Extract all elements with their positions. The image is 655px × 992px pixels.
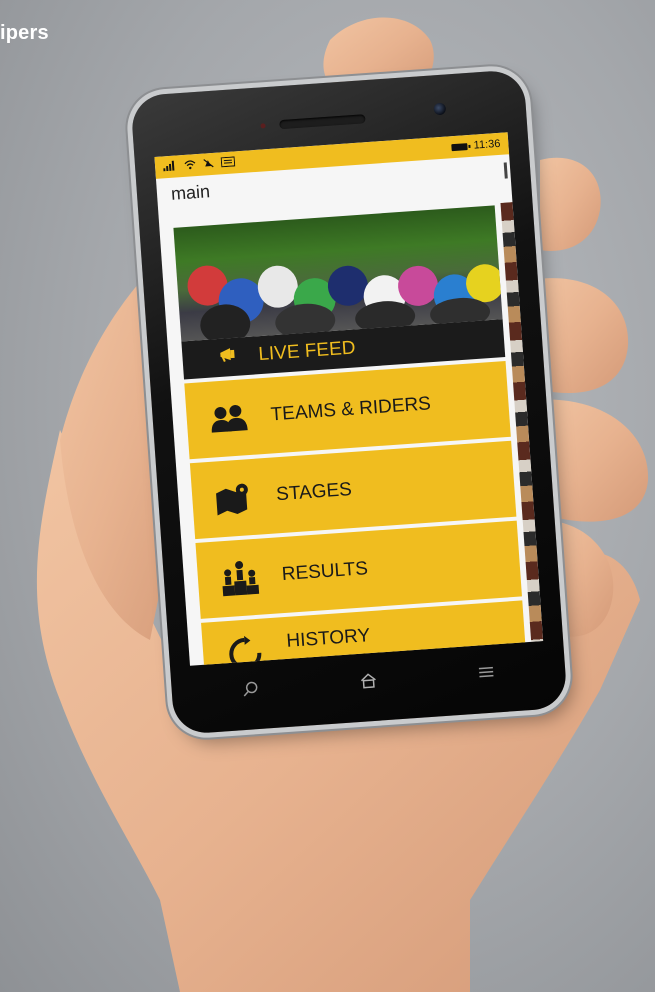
- phone: 11:36 main LIVE FEED TEAMS & RIDERS STAG…: [130, 69, 568, 735]
- battery-icon: [451, 142, 468, 151]
- menu-icon: [478, 665, 495, 684]
- teams-riders-label: TEAMS & RIDERS: [269, 393, 432, 426]
- peloton-photo: [173, 205, 503, 342]
- menu-button[interactable]: [465, 653, 508, 696]
- home-icon: [359, 671, 378, 693]
- people-icon: [208, 397, 251, 440]
- map-icon: [213, 477, 256, 520]
- live-feed-label: LIVE FEED: [257, 337, 357, 366]
- stages-label: STAGES: [275, 479, 353, 506]
- clock: 11:36: [473, 137, 501, 152]
- history-label: HISTORY: [285, 625, 371, 652]
- signal-icon: [163, 160, 178, 174]
- search-button[interactable]: [230, 669, 273, 712]
- mute-icon: [203, 157, 215, 171]
- search-icon: [242, 680, 259, 702]
- podium-icon: [219, 557, 262, 600]
- menu-tiles: LIVE FEED TEAMS & RIDERS STAGES RESULTS: [173, 205, 527, 666]
- megaphone-icon: [218, 345, 241, 368]
- home-button[interactable]: [347, 661, 390, 704]
- phone-screen: 11:36 main LIVE FEED TEAMS & RIDERS STAG…: [154, 132, 544, 666]
- message-icon: [220, 155, 236, 170]
- results-label: RESULTS: [281, 558, 369, 586]
- wifi-icon: [184, 159, 197, 173]
